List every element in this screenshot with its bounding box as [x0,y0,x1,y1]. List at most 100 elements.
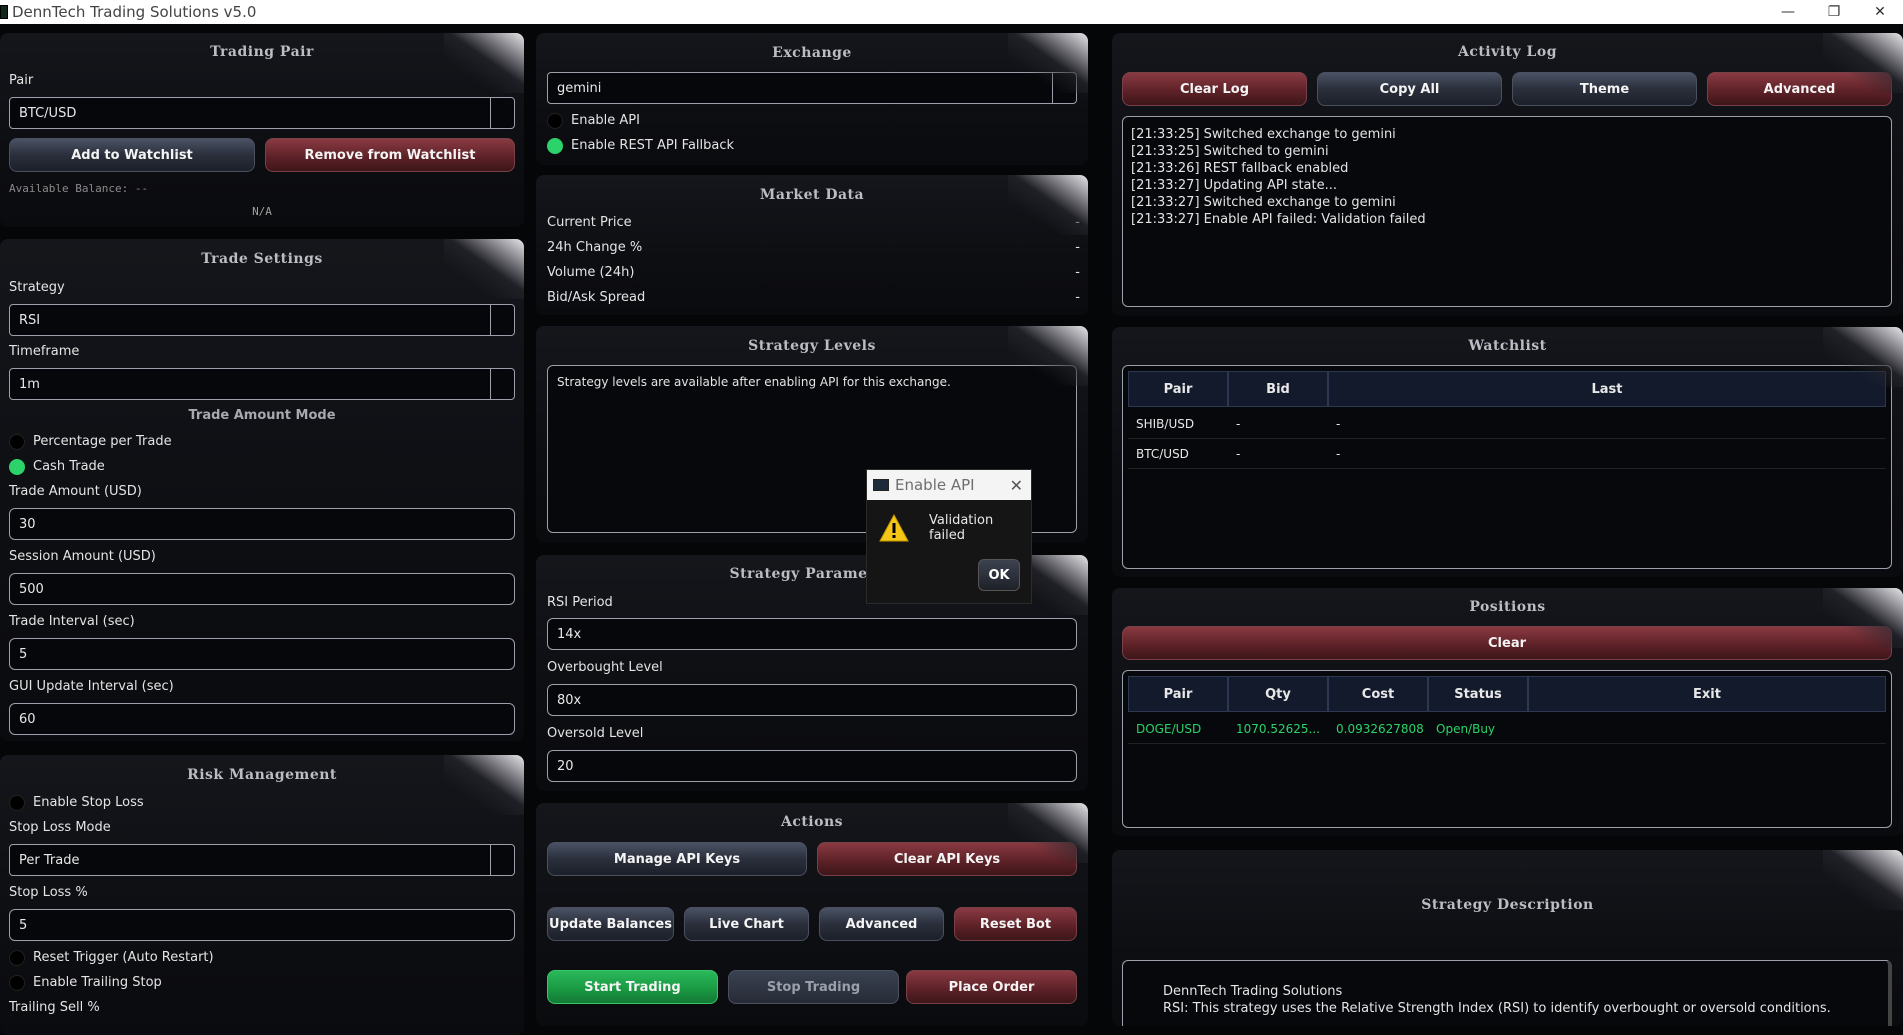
log-line: [21:33:25] Switched exchange to gemini [1131,127,1396,142]
column-header[interactable]: Bid [1228,371,1328,407]
gui-interval-label: GUI Update Interval (sec) [9,679,174,694]
rest-fallback-toggle[interactable] [547,138,563,154]
close-icon[interactable]: ✕ [1010,476,1023,495]
log-line: [21:33:25] Switched to gemini [1131,144,1329,159]
watchlist-panel: Watchlist Pair Bid Last SHIB/USD - - BTC… [1112,327,1903,577]
ok-button[interactable]: OK [978,559,1020,591]
oversold-label: Oversold Level [547,726,644,741]
column-header[interactable]: Pair [1128,371,1228,407]
manage-api-keys-button[interactable]: Manage API Keys [547,842,807,876]
gui-interval-input[interactable]: 60 [9,703,515,735]
oversold-input[interactable]: 20 [547,750,1077,782]
cash-trade-radio[interactable] [9,459,25,475]
trade-interval-label: Trade Interval (sec) [9,614,135,629]
percentage-label: Percentage per Trade [33,434,172,449]
cell-pair: DOGE/USD [1136,721,1202,736]
timeframe-select[interactable]: 1m [9,368,515,400]
update-balances-button[interactable]: Update Balances [547,907,674,941]
positions-table: Pair Qty Cost Status Exit DOGE/USD 1070.… [1122,670,1892,828]
dropdown-arrow-icon[interactable] [490,98,514,128]
dialog-title-bar: Enable API ✕ [867,470,1031,500]
timeframe-value: 1m [19,376,40,392]
column-header[interactable]: Exit [1528,676,1886,712]
cell-pair: BTC/USD [1136,446,1189,461]
overbought-input[interactable]: 80x [547,684,1077,716]
rsi-period-input[interactable]: 14x [547,618,1077,650]
reset-trigger-toggle[interactable] [9,950,25,966]
log-line: [21:33:26] REST fallback enabled [1131,161,1349,176]
live-chart-button[interactable]: Live Chart [684,907,809,941]
strategy-description-box: DennTech Trading Solutions RSI: This str… [1122,960,1892,1026]
table-header: Pair Qty Cost Status Exit [1128,676,1886,712]
app-icon [873,479,889,491]
clear-log-button[interactable]: Clear Log [1122,72,1307,106]
cell-bid: - [1236,446,1241,461]
add-to-watchlist-button[interactable]: Add to Watchlist [9,138,255,172]
reset-trigger-label: Reset Trigger (Auto Restart) [33,950,214,965]
trade-amount-input[interactable]: 30 [9,508,515,540]
dropdown-arrow-icon[interactable] [1052,73,1076,103]
column-header[interactable]: Cost [1328,676,1428,712]
stop-loss-pct-input[interactable]: 5 [9,909,515,941]
log-line: [21:33:27] Updating API state... [1131,178,1338,193]
column-header[interactable]: Qty [1228,676,1328,712]
stop-loss-mode-value: Per Trade [19,852,80,868]
cell-bid: - [1236,416,1241,431]
reset-bot-button[interactable]: Reset Bot [954,907,1077,941]
strategy-select[interactable]: RSI [9,304,515,336]
dropdown-arrow-icon[interactable] [490,305,514,335]
table-row[interactable]: SHIB/USD - - [1128,409,1886,439]
dropdown-arrow-icon[interactable] [490,369,514,399]
stop-loss-toggle[interactable] [9,795,25,811]
stop-trading-button[interactable]: Stop Trading [728,970,899,1004]
pair-select[interactable]: BTC/USD [9,97,515,129]
cell-qty: 1070.52625... [1236,721,1320,736]
clear-api-keys-button[interactable]: Clear API Keys [817,842,1077,876]
rsi-period-label: RSI Period [547,595,613,610]
percentage-radio[interactable] [9,434,25,450]
dropdown-arrow-icon[interactable] [490,845,514,875]
column-header[interactable]: Last [1328,371,1886,407]
risk-management-panel: Risk Management Enable Stop Loss Stop Lo… [0,755,524,1035]
log-line: [21:33:27] Switched exchange to gemini [1131,195,1396,210]
volume-label: Volume (24h) [547,265,635,280]
trading-pair-panel: Trading Pair Pair BTC/USD Add to Watchli… [0,33,524,227]
copy-all-button[interactable]: Copy All [1317,72,1502,106]
panel-title: Exchange [772,45,852,61]
start-trading-button[interactable]: Start Trading [547,970,718,1004]
column-header[interactable]: Pair [1128,676,1228,712]
cash-trade-label: Cash Trade [33,459,105,474]
timeframe-label: Timeframe [9,344,80,359]
theme-button[interactable]: Theme [1512,72,1697,106]
remove-from-watchlist-button[interactable]: Remove from Watchlist [265,138,515,172]
current-price-label: Current Price [547,215,632,230]
panel-title: Strategy Levels [748,338,876,354]
minimize-icon[interactable]: — [1765,0,1811,24]
place-order-button[interactable]: Place Order [906,970,1077,1004]
panel-title: Trading Pair [210,44,314,60]
session-amount-input[interactable]: 500 [9,573,515,605]
advanced-button[interactable]: Advanced [819,907,944,941]
pair-value: BTC/USD [19,105,77,121]
cell-cost: 0.0932627808 [1336,721,1424,736]
panel-title: Market Data [759,187,865,203]
table-row[interactable]: BTC/USD - - [1128,439,1886,469]
trailing-stop-label: Enable Trailing Stop [33,975,162,990]
restore-icon[interactable]: ❐ [1811,0,1857,24]
table-row[interactable]: DOGE/USD 1070.52625... 0.0932627808 Open… [1128,714,1886,744]
trailing-stop-toggle[interactable] [9,975,25,991]
trailing-sell-label: Trailing Sell % [9,1000,100,1015]
column-header[interactable]: Status [1428,676,1528,712]
trade-interval-input[interactable]: 5 [9,638,515,670]
exchange-select[interactable]: gemini [547,72,1077,104]
enable-api-toggle[interactable] [547,113,563,129]
panel-title: Trade Settings [201,251,323,267]
rest-fallback-label: Enable REST API Fallback [571,138,735,153]
clear-positions-button[interactable]: Clear [1122,626,1892,660]
close-icon[interactable]: ✕ [1857,0,1903,24]
description-line: RSI: This strategy uses the Relative Str… [1163,1001,1831,1016]
stop-loss-mode-select[interactable]: Per Trade [9,844,515,876]
market-data-panel: Market Data Current Price - 24h Change %… [536,175,1088,315]
log-advanced-button[interactable]: Advanced [1707,72,1892,106]
enable-api-label: Enable API [571,113,640,128]
